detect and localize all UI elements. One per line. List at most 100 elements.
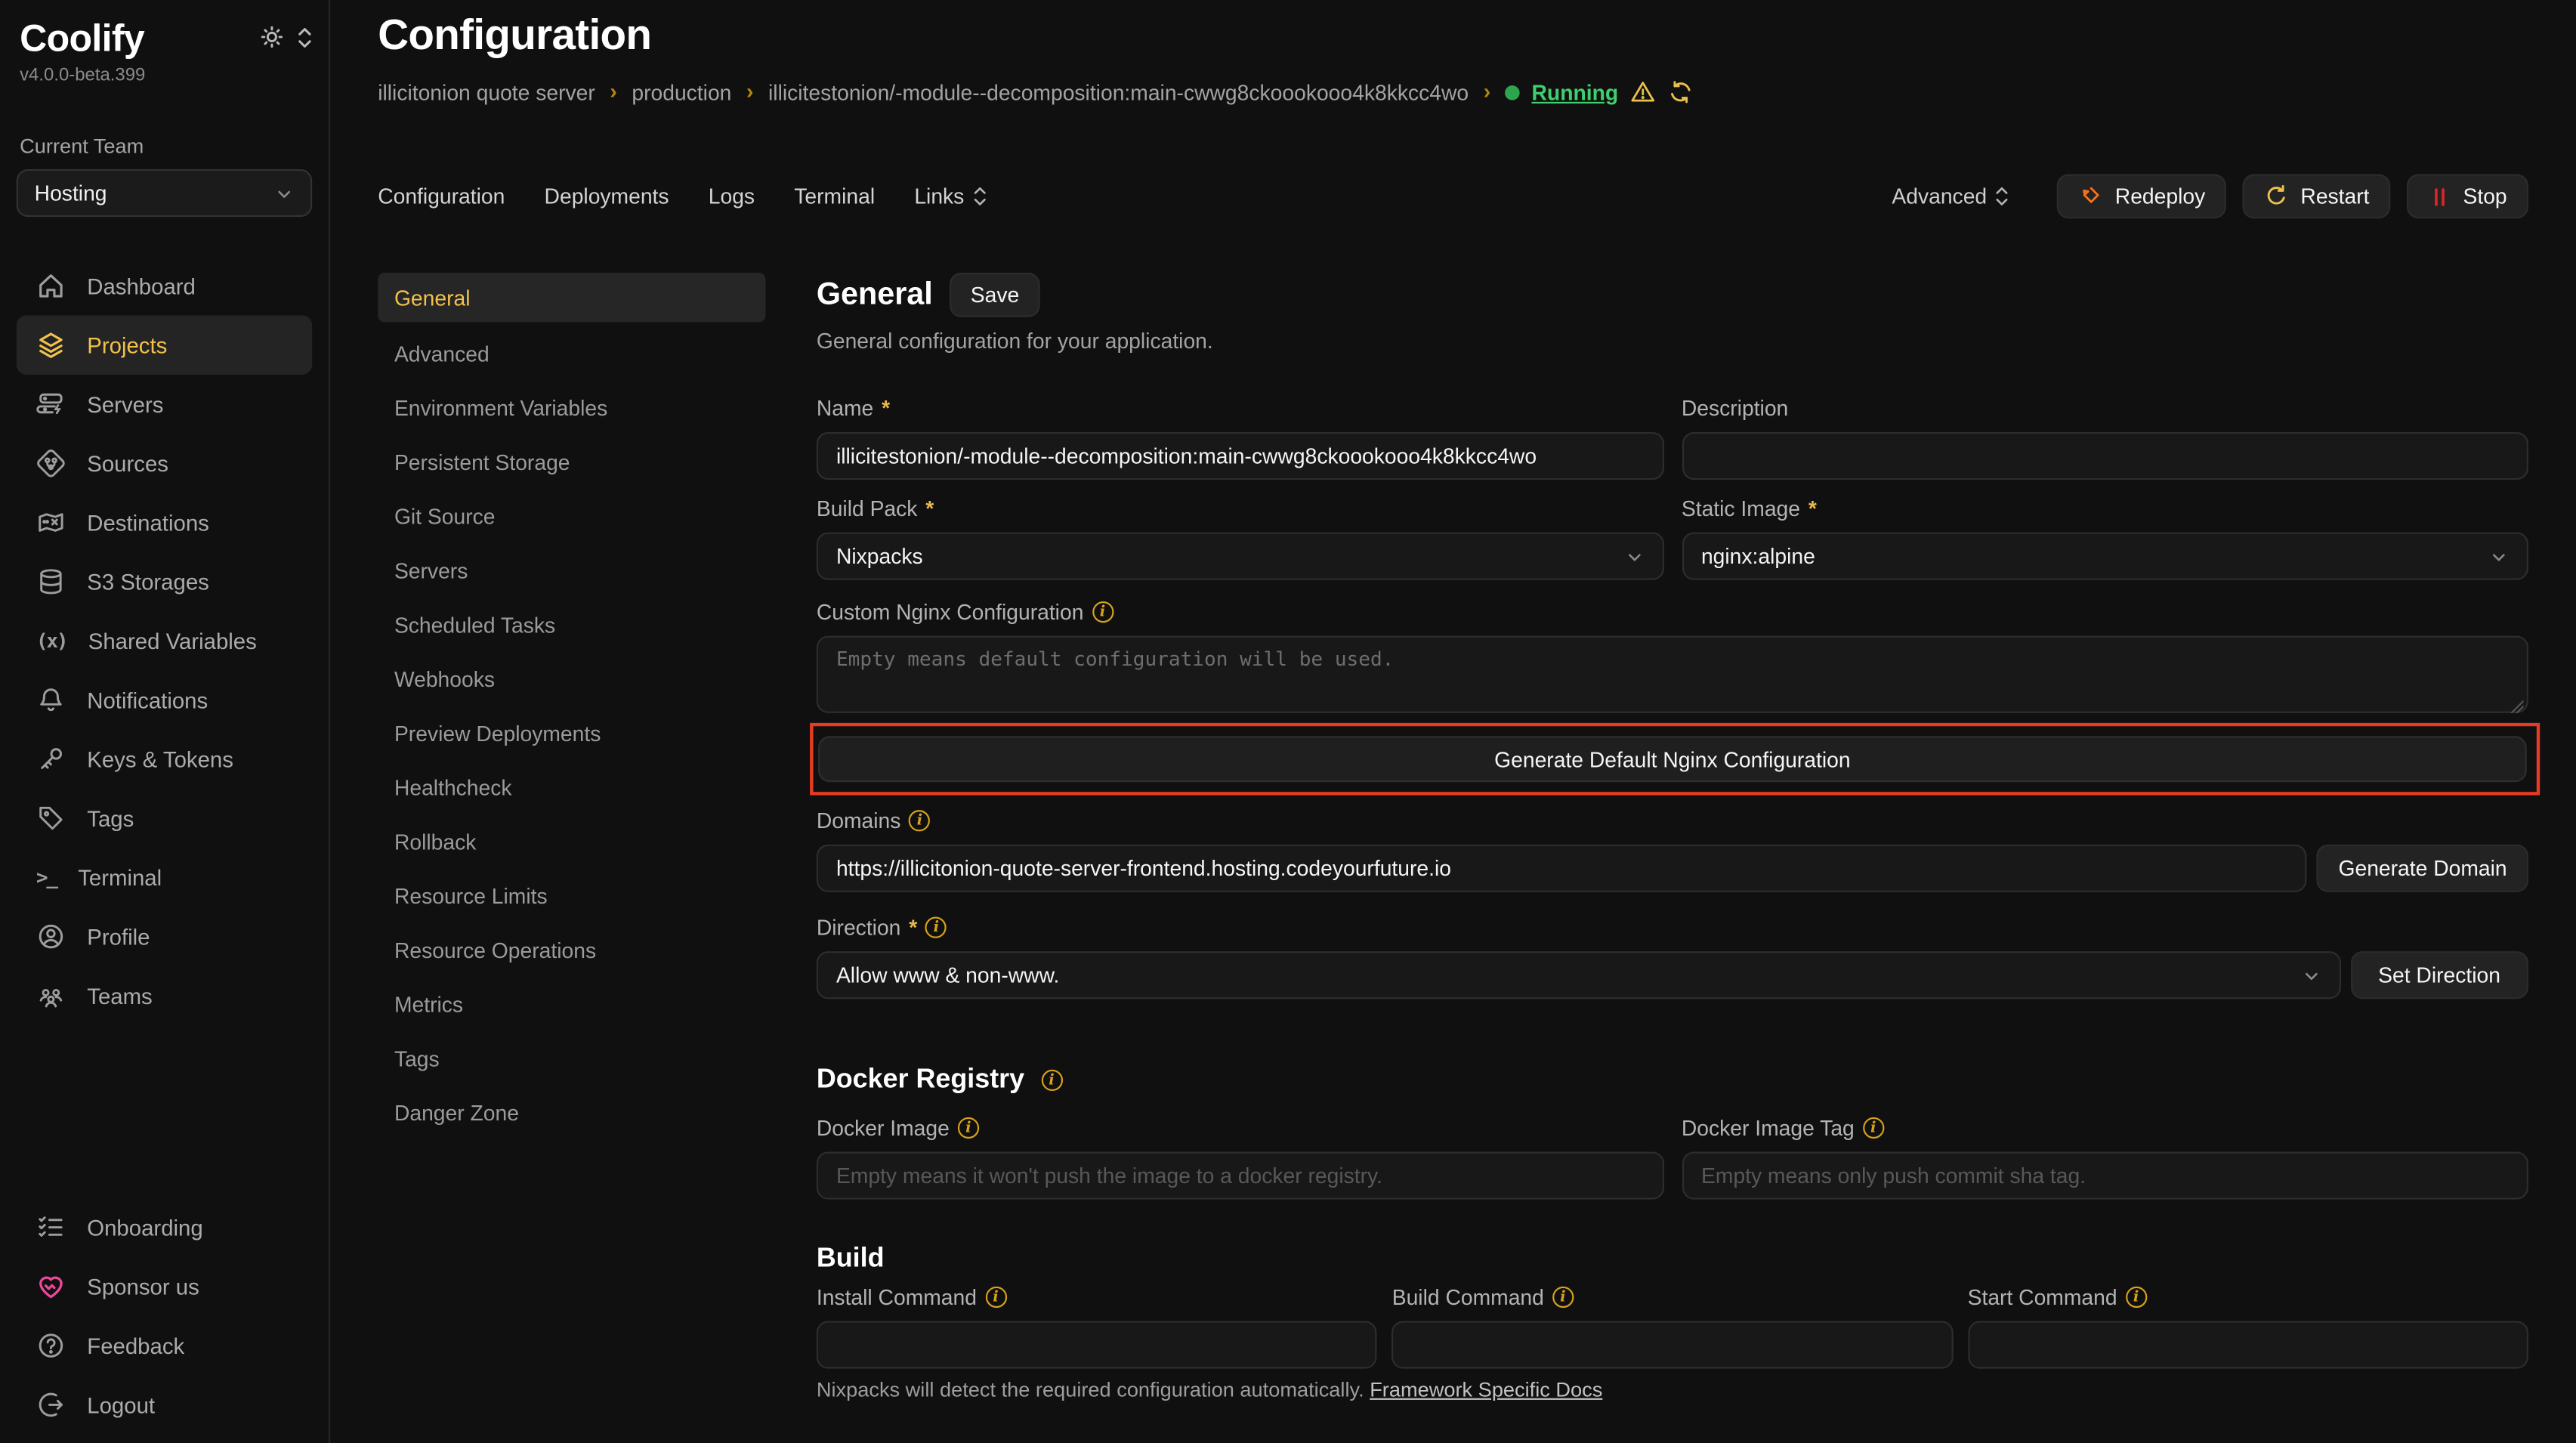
status-text[interactable]: Running [1532, 79, 1619, 104]
subnav-healthcheck[interactable]: Healthcheck [378, 761, 765, 815]
tab-logs[interactable]: Logs [709, 184, 755, 209]
subnav-scheduled-tasks[interactable]: Scheduled Tasks [378, 598, 765, 653]
tab-deployments[interactable]: Deployments [545, 184, 669, 209]
sidebar-item-feedback[interactable]: Feedback [17, 1316, 312, 1375]
subnav-metrics[interactable]: Metrics [378, 978, 765, 1032]
domains-input[interactable] [817, 845, 2307, 892]
sidebar-item-tags[interactable]: Tags [17, 789, 312, 848]
nginx-config-textarea[interactable] [817, 636, 2528, 713]
nixpacks-note: Nixpacks will detect the required config… [817, 1379, 2528, 1401]
sidebar-item-notifications[interactable]: Notifications [17, 670, 312, 729]
subnav-environment-variables[interactable]: Environment Variables [378, 382, 765, 436]
bell-icon [36, 685, 66, 715]
info-icon[interactable]: i [958, 1117, 979, 1139]
build-pack-label: Build Pack [817, 496, 918, 521]
sidebar-item-projects[interactable]: Projects [17, 316, 312, 375]
main-area: Configuration illicitonion quote server … [330, 0, 2576, 1443]
sidebar-item-sponsor[interactable]: Sponsor us [17, 1257, 312, 1316]
theme-select-chevrons-icon[interactable] [298, 26, 313, 48]
build-pack-select[interactable]: Nixpacks [817, 533, 1663, 580]
git-icon [36, 449, 66, 478]
info-icon[interactable]: i [1552, 1287, 1574, 1308]
info-icon[interactable]: i [2125, 1287, 2146, 1308]
stop-button[interactable]: Stop [2408, 175, 2528, 219]
sidebar-item-terminal[interactable]: >_ Terminal [17, 848, 312, 907]
sidebar-item-servers[interactable]: Servers [17, 375, 312, 434]
sidebar-item-sources[interactable]: Sources [17, 434, 312, 493]
sidebar-item-destinations[interactable]: Destinations [17, 493, 312, 552]
generate-nginx-config-button[interactable]: Generate Default Nginx Configuration [818, 736, 2527, 782]
sidebar-nav: Dashboard Projects Servers Sources Desti… [17, 256, 312, 1025]
breadcrumb-project[interactable]: illicitonion quote server [378, 79, 595, 104]
save-button[interactable]: Save [949, 273, 1040, 317]
info-icon[interactable]: i [985, 1287, 1006, 1308]
subnav-servers[interactable]: Servers [378, 544, 765, 598]
start-command-label: Start Command [1968, 1285, 2117, 1310]
sidebar-item-shared-variables[interactable]: (x) Shared Variables [17, 611, 312, 670]
subnav-resource-limits[interactable]: Resource Limits [378, 869, 765, 923]
restart-icon [2265, 184, 2290, 209]
docker-image-input[interactable] [817, 1151, 1663, 1199]
install-command-label: Install Command [817, 1285, 977, 1310]
subnav-rollback[interactable]: Rollback [378, 815, 765, 870]
domains-label: Domains [817, 808, 901, 833]
team-select[interactable]: Hosting [17, 169, 312, 217]
tab-terminal[interactable]: Terminal [794, 184, 875, 209]
users-icon [36, 981, 66, 1010]
restart-button[interactable]: Restart [2243, 175, 2391, 219]
build-command-input[interactable] [1392, 1321, 1953, 1368]
subnav-general[interactable]: General [378, 273, 765, 322]
sidebar-item-profile[interactable]: Profile [17, 907, 312, 966]
breadcrumb-environment[interactable]: production [632, 79, 731, 104]
sidebar-item-logout[interactable]: Logout [17, 1375, 312, 1434]
info-icon[interactable]: i [1092, 601, 1113, 623]
description-input[interactable] [1682, 432, 2528, 480]
subnav-git-source[interactable]: Git Source [378, 490, 765, 544]
info-icon[interactable]: i [909, 810, 930, 831]
sidebar-item-s3-storages[interactable]: S3 Storages [17, 552, 312, 611]
direction-select[interactable]: Allow www & non-www. [817, 951, 2340, 999]
theme-sun-icon[interactable] [260, 25, 285, 50]
set-direction-button[interactable]: Set Direction [2350, 951, 2528, 999]
refresh-icon[interactable] [1667, 79, 1694, 105]
key-icon [36, 744, 66, 774]
subnav-preview-deployments[interactable]: Preview Deployments [378, 706, 765, 761]
config-subnav: General Advanced Environment Variables P… [378, 273, 765, 1443]
server-icon [36, 389, 66, 419]
section-title-general: General [817, 277, 933, 313]
subnav-advanced[interactable]: Advanced [378, 327, 765, 382]
subnav-webhooks[interactable]: Webhooks [378, 652, 765, 706]
subnav-danger-zone[interactable]: Danger Zone [378, 1086, 765, 1141]
database-icon [36, 567, 66, 596]
breadcrumb-resource[interactable]: illicitestonion/-module--decomposition:m… [768, 79, 1469, 104]
sidebar-item-dashboard[interactable]: Dashboard [17, 256, 312, 315]
generate-domain-button[interactable]: Generate Domain [2317, 845, 2528, 892]
static-image-label: Static Image [1682, 496, 1800, 521]
sidebar-item-keys-tokens[interactable]: Keys & Tokens [17, 730, 312, 789]
docker-image-tag-label: Docker Image Tag [1682, 1116, 1855, 1141]
tab-links[interactable]: Links [914, 184, 987, 209]
chevron-down-icon [1624, 546, 1644, 566]
info-icon[interactable]: i [1041, 1070, 1062, 1091]
name-input[interactable] [817, 432, 1663, 480]
sidebar-item-teams[interactable]: Teams [17, 966, 312, 1025]
info-icon[interactable]: i [1863, 1117, 1884, 1139]
start-command-input[interactable] [1968, 1321, 2528, 1368]
redeploy-button[interactable]: Redeploy [2058, 175, 2227, 219]
framework-docs-link[interactable]: Framework Specific Docs [1370, 1379, 1602, 1401]
install-command-input[interactable] [817, 1321, 1377, 1368]
subnav-resource-operations[interactable]: Resource Operations [378, 923, 765, 978]
advanced-dropdown[interactable]: Advanced [1892, 184, 2009, 209]
user-circle-icon [36, 922, 66, 951]
docker-image-label: Docker Image [817, 1116, 950, 1141]
static-image-select[interactable]: nginx:alpine [1682, 533, 2528, 580]
info-icon[interactable]: i [925, 917, 947, 938]
status-dot-icon [1506, 85, 1521, 100]
subnav-tags[interactable]: Tags [378, 1032, 765, 1086]
layers-icon [36, 330, 66, 360]
docker-image-tag-input[interactable] [1682, 1151, 2528, 1199]
warning-triangle-icon[interactable] [1629, 79, 1656, 105]
sidebar-item-onboarding[interactable]: Onboarding [17, 1197, 312, 1256]
subnav-persistent-storage[interactable]: Persistent Storage [378, 435, 765, 490]
tab-configuration[interactable]: Configuration [378, 184, 505, 209]
